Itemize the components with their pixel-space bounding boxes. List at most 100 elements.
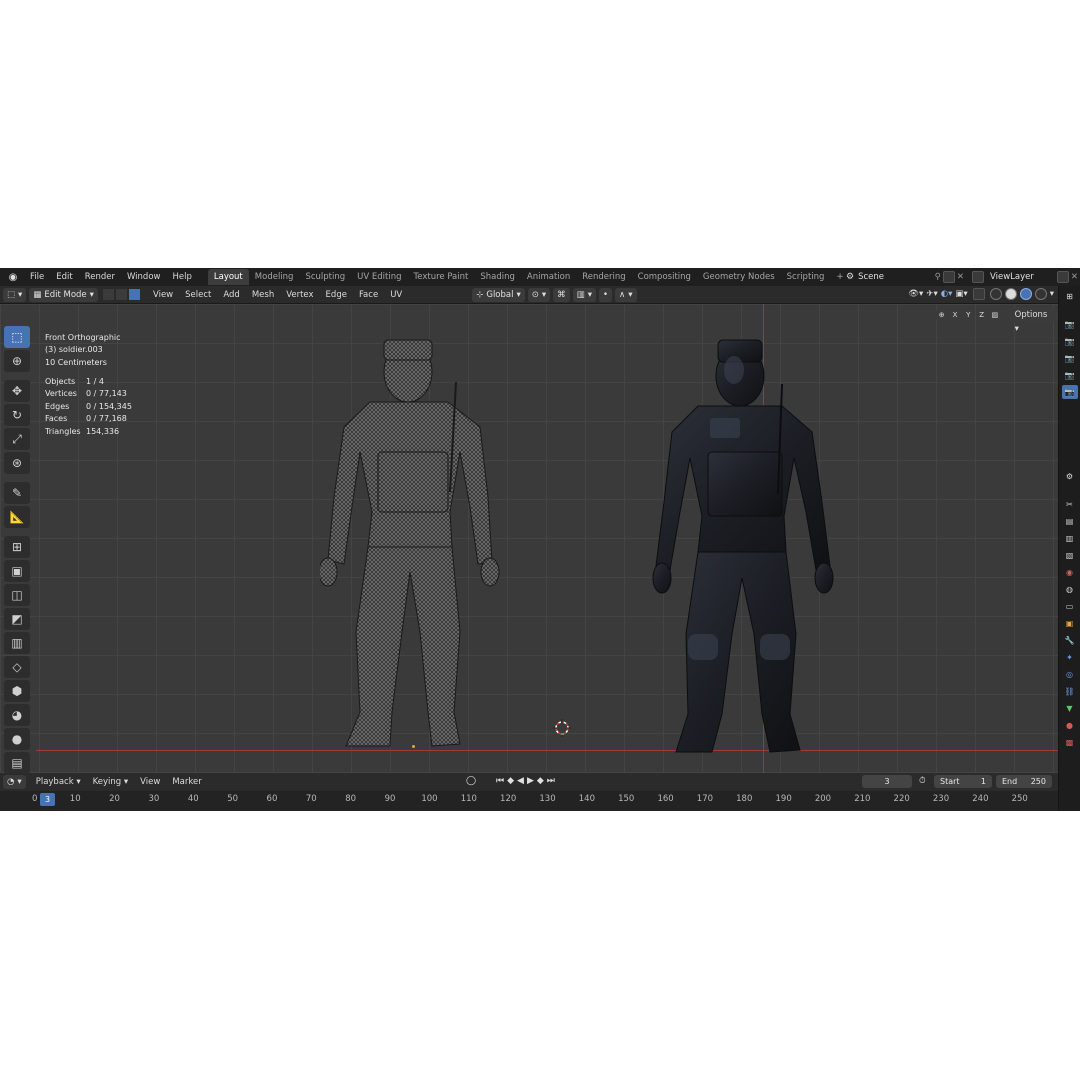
overlay-icon[interactable]: ◐▾ <box>941 289 953 299</box>
xray-icon[interactable] <box>972 288 985 300</box>
texture-props-icon[interactable]: ▩ <box>1062 735 1078 749</box>
tab-sculpting[interactable]: Sculpting <box>299 269 351 285</box>
tool-settings-icon[interactable]: ⚙ <box>1062 469 1078 483</box>
editor-type-button[interactable]: ⬚ ▾ <box>3 287 27 302</box>
menu-playback[interactable]: Playback ▾ <box>30 777 87 787</box>
world-tab-icon[interactable]: 📷 <box>1061 385 1078 399</box>
measure-icon[interactable]: 📐 <box>4 506 30 528</box>
tab-texture-paint[interactable]: Texture Paint <box>408 269 475 285</box>
poly-build-icon[interactable]: ⬢ <box>4 680 30 702</box>
physics-props-icon[interactable]: ◎ <box>1062 667 1078 681</box>
modifier-props-icon[interactable]: 🔧 <box>1062 633 1078 647</box>
snap-dropdown[interactable]: ▥ ▾ <box>572 287 596 302</box>
play-icon[interactable]: ▶ <box>527 776 534 786</box>
menu-edge[interactable]: Edge <box>320 290 353 300</box>
tab-geometry-nodes[interactable]: Geometry Nodes <box>697 269 781 285</box>
wireframe-soldier-mesh[interactable] <box>320 332 510 752</box>
next-keyframe-icon[interactable]: ◆ <box>537 776 544 786</box>
options-dropdown[interactable]: Options ▾ <box>1008 308 1058 334</box>
pin-icon[interactable]: ⚲ <box>935 272 941 282</box>
tab-animation[interactable]: Animation <box>521 269 576 285</box>
scene-selector[interactable]: ⚙ Scene ⚲ ✕ <box>846 270 964 284</box>
world-props-icon[interactable]: ◍ <box>1062 582 1078 596</box>
select-box-icon[interactable]: ⬚ <box>4 326 30 348</box>
menu-face[interactable]: Face <box>353 290 384 300</box>
extrude-icon[interactable]: ▣ <box>4 560 30 582</box>
snap-toggle[interactable]: ⌘ <box>553 287 570 302</box>
3d-cursor-icon[interactable] <box>553 719 571 737</box>
material-shading-icon[interactable] <box>1019 288 1032 300</box>
menu-select[interactable]: Select <box>179 290 217 300</box>
menu-marker[interactable]: Marker <box>166 777 207 787</box>
timeline-ruler[interactable]: 3 0 10 20 30 40 50 60 70 80 90 100 110 120 130 140 150 1… <box>0 791 1058 811</box>
menu-vertex[interactable]: Vertex <box>280 290 319 300</box>
menu-render[interactable]: Render <box>79 272 121 282</box>
rendered-shading-icon[interactable] <box>1034 288 1047 300</box>
scene-props-icon[interactable]: ◉ <box>1062 565 1078 579</box>
transform-orientation-dropdown[interactable]: ⊹ Global ▾ <box>472 287 525 302</box>
end-frame-field[interactable]: End 250 <box>996 775 1052 788</box>
annotate-icon[interactable]: ✎ <box>4 482 30 504</box>
jump-end-icon[interactable]: ⏭ <box>547 776 555 786</box>
mirror-z-toggle[interactable]: Z <box>975 309 988 321</box>
inset-icon[interactable]: ◫ <box>4 584 30 606</box>
solid-shading-icon[interactable] <box>1004 288 1017 300</box>
new-view-layer-icon[interactable] <box>1056 271 1069 283</box>
gizmo-icon[interactable]: ✈▾ <box>926 289 937 299</box>
menu-view[interactable]: View <box>147 290 179 300</box>
menu-add[interactable]: Add <box>217 290 245 300</box>
view-layer-tab-icon[interactable]: 📷 <box>1062 351 1078 365</box>
tab-uv-editing[interactable]: UV Editing <box>351 269 407 285</box>
menu-mesh[interactable]: Mesh <box>246 290 280 300</box>
mirror-y-toggle[interactable]: Y <box>962 309 974 321</box>
play-reverse-icon[interactable]: ◀ <box>517 776 524 786</box>
tool-icon[interactable]: ✂ <box>1062 497 1078 511</box>
remove-scene-icon[interactable]: ✕ <box>957 272 964 282</box>
tab-compositing[interactable]: Compositing <box>632 269 697 285</box>
edge-select-icon[interactable] <box>114 288 128 301</box>
proportional-edit-toggle[interactable]: • <box>598 287 612 302</box>
prev-keyframe-icon[interactable]: ◆ <box>507 776 514 786</box>
scene-name[interactable]: Scene <box>854 270 935 284</box>
remove-view-layer-icon[interactable]: ✕ <box>1071 272 1078 282</box>
scene-tab-icon[interactable]: 📷 <box>1062 368 1078 382</box>
tab-layout[interactable]: Layout <box>207 269 249 285</box>
edge-slide-icon[interactable]: ▤ <box>4 752 30 773</box>
material-props-icon[interactable]: ● <box>1062 718 1078 732</box>
tab-modeling[interactable]: Modeling <box>249 269 300 285</box>
tab-rendering[interactable]: Rendering <box>576 269 631 285</box>
menu-help[interactable]: Help <box>166 272 197 282</box>
loop-cut-icon[interactable]: ▥ <box>4 632 30 654</box>
mode-dropdown[interactable]: ▦ Edit Mode ▾ <box>29 287 98 302</box>
cursor-icon[interactable]: ⊕ <box>4 350 30 372</box>
render-camera-icon[interactable]: 📷 <box>1062 317 1078 331</box>
start-frame-field[interactable]: Start 1 <box>934 775 992 788</box>
transform-icon[interactable]: ⊛ <box>4 452 30 474</box>
smooth-icon[interactable]: ● <box>4 728 30 750</box>
new-scene-icon[interactable] <box>942 271 955 283</box>
menu-timeline-view[interactable]: View <box>134 777 166 787</box>
output-props-icon[interactable]: ▥ <box>1062 531 1078 545</box>
uv-sync-icon[interactable]: ▨ <box>989 309 1001 321</box>
solid-soldier-mesh[interactable] <box>648 334 838 754</box>
menu-keying[interactable]: Keying ▾ <box>87 777 135 787</box>
menu-window[interactable]: Window <box>121 272 167 282</box>
render-icon[interactable]: ▤ <box>1062 514 1078 528</box>
move-icon[interactable]: ✥ <box>4 380 30 402</box>
spin-icon[interactable]: ◕ <box>4 704 30 726</box>
add-cube-icon[interactable]: ⊞ <box>4 536 30 558</box>
blender-logo-icon[interactable]: ◉ <box>6 270 20 284</box>
collection-props-icon[interactable]: ▭ <box>1062 599 1078 613</box>
menu-edit[interactable]: Edit <box>50 272 78 282</box>
tab-shading[interactable]: Shading <box>474 269 521 285</box>
constraints-props-icon[interactable]: ⛓ <box>1062 684 1078 698</box>
data-props-icon[interactable]: ▼ <box>1062 701 1078 715</box>
3d-viewport[interactable]: ⬚ ⊕ ✥ ↻ ⤢ ⊛ ✎ 📐 ⊞ ▣ ◫ ◩ ▥ ◇ ⬢ ◕ ● ▤ Fron… <box>0 304 1058 773</box>
tab-scripting[interactable]: Scripting <box>781 269 831 285</box>
pivot-dropdown[interactable]: ⊙ ▾ <box>527 287 551 302</box>
current-frame-field[interactable]: 3 <box>862 775 912 788</box>
object-props-icon[interactable]: ▣ <box>1062 616 1078 630</box>
layout-split-icon[interactable]: ⊞ <box>1062 289 1078 303</box>
wireframe-shading-icon[interactable] <box>989 288 1002 300</box>
shading-options-icon[interactable]: ▾ <box>1050 289 1054 299</box>
